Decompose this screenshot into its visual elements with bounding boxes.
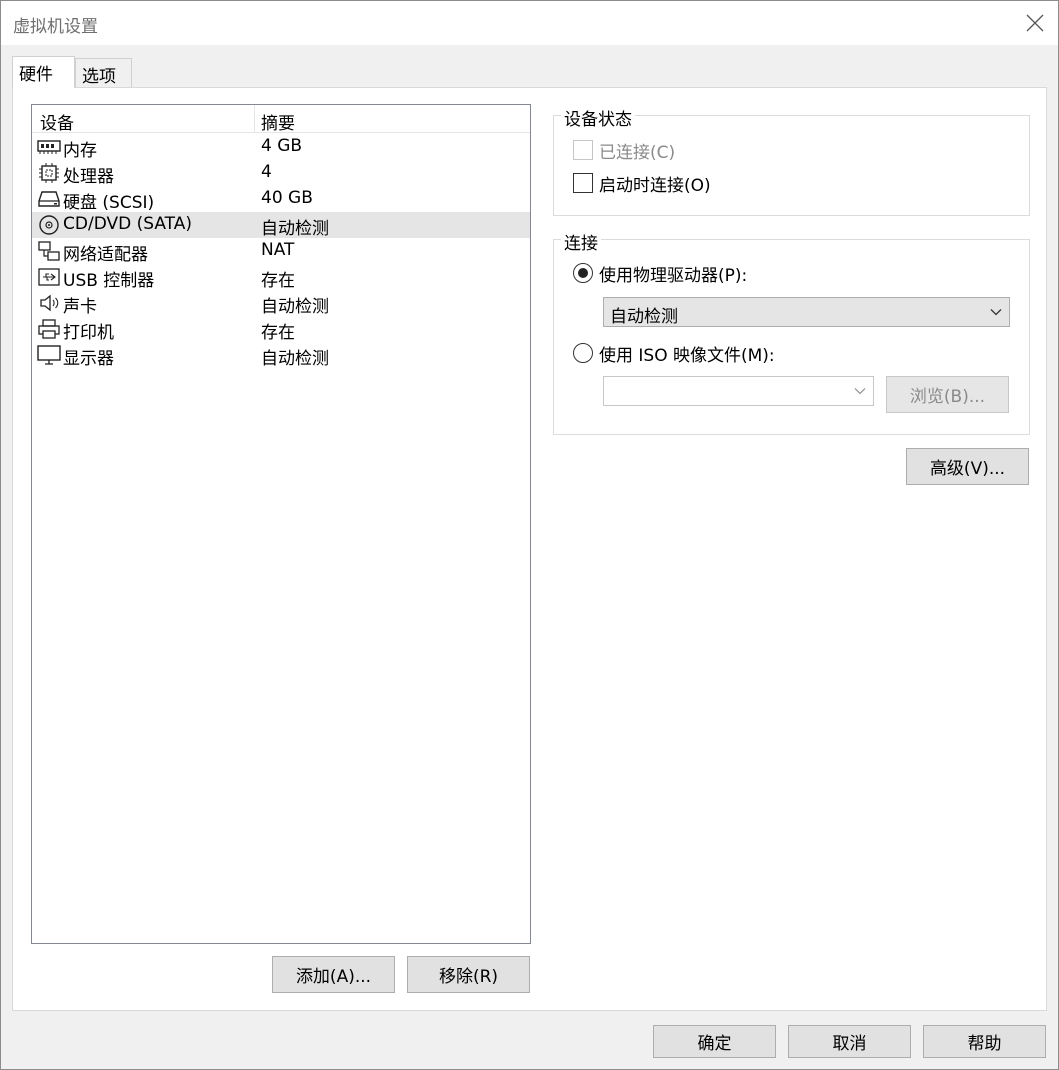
device-name: 处理器	[63, 167, 114, 187]
device-name: 内存	[63, 141, 97, 161]
device-summary: 自动检测	[261, 297, 329, 317]
advanced-button-label: 高级(V)...	[929, 459, 1006, 479]
iso-path-combobox[interactable]	[603, 376, 874, 406]
connected-checkbox[interactable]	[573, 140, 593, 160]
use-iso-image-label: 使用 ISO 映像文件(M):	[599, 346, 775, 366]
device-summary: 存在	[261, 271, 295, 291]
advanced-button[interactable]: 高级(V)...	[906, 448, 1029, 485]
cd-dvd-icon	[39, 215, 59, 235]
use-physical-drive-radio[interactable]	[573, 263, 593, 283]
network-adapter-icon	[38, 241, 60, 261]
physical-drive-select[interactable]: 自动检测	[603, 297, 1010, 327]
memory-icon	[37, 140, 61, 154]
ok-button[interactable]: 确定	[653, 1025, 776, 1058]
close-icon	[1026, 14, 1044, 32]
chevron-down-icon	[854, 388, 866, 395]
device-name: 硬盘 (SCSI)	[63, 193, 155, 213]
remove-device-button[interactable]: 移除(R)	[407, 956, 530, 993]
device-row-cd-dvd[interactable]: CD/DVD (SATA) 自动检测	[32, 212, 530, 239]
chevron-down-icon	[990, 309, 1002, 316]
remove-device-button-label: 移除(R)	[438, 967, 499, 987]
browse-button[interactable]: 浏览(B)...	[886, 376, 1009, 413]
add-device-button[interactable]: 添加(A)...	[272, 956, 395, 993]
device-summary: 自动检测	[261, 349, 329, 369]
printer-icon	[38, 319, 60, 339]
physical-drive-value: 自动检测	[610, 307, 678, 327]
device-name: 网络适配器	[63, 245, 148, 265]
radio-selected-dot	[578, 268, 588, 278]
device-name: 打印机	[63, 323, 114, 343]
device-row-display[interactable]: 显示器 自动检测	[32, 342, 530, 369]
column-header-device[interactable]: 设备	[40, 109, 74, 134]
ok-button-label: 确定	[697, 1034, 732, 1054]
device-name: CD/DVD (SATA)	[63, 214, 192, 234]
device-list[interactable]: 设备 摘要 内存 4 GB 处理器 4 硬盘 (SCSI) 40 GB CD/D…	[31, 104, 531, 944]
device-row-network-adapter[interactable]: 网络适配器 NAT	[32, 238, 530, 265]
tab-hardware-label: 硬件	[19, 65, 53, 85]
add-device-button-label: 添加(A)...	[295, 967, 372, 987]
window-title: 虚拟机设置	[13, 17, 98, 37]
browse-button-label: 浏览(B)...	[909, 387, 986, 407]
connect-at-power-on-label: 启动时连接(O)	[599, 176, 711, 196]
tab-options[interactable]: 选项	[75, 58, 132, 88]
device-status-group	[553, 115, 1030, 216]
device-row-usb-controller[interactable]: USB 控制器 存在	[32, 264, 530, 291]
use-iso-image-radio[interactable]	[573, 343, 593, 363]
help-button-label: 帮助	[967, 1034, 1002, 1054]
device-row-printer[interactable]: 打印机 存在	[32, 316, 530, 343]
device-row-memory[interactable]: 内存 4 GB	[32, 134, 530, 161]
connected-label: 已连接(C)	[599, 143, 676, 163]
device-name: 显示器	[63, 349, 114, 369]
close-button[interactable]	[1012, 1, 1058, 45]
speaker-icon	[40, 294, 59, 312]
processor-icon	[39, 163, 59, 183]
device-name: USB 控制器	[63, 271, 155, 291]
cancel-button[interactable]: 取消	[788, 1025, 911, 1058]
help-button[interactable]: 帮助	[923, 1025, 1046, 1058]
device-summary: 存在	[261, 323, 295, 343]
device-summary: 4	[261, 162, 272, 182]
device-summary: NAT	[261, 240, 295, 260]
tab-options-label: 选项	[82, 67, 116, 87]
use-physical-drive-label: 使用物理驱动器(P):	[599, 266, 748, 286]
monitor-icon	[37, 345, 61, 365]
vm-settings-dialog: 虚拟机设置 硬件 选项 设备 摘要 内存 4 GB 处理器 4 硬盘 (SCSI…	[0, 0, 1059, 1070]
connect-at-power-on-checkbox[interactable]	[573, 173, 593, 193]
column-header-summary[interactable]: 摘要	[261, 109, 295, 134]
connection-title: 连接	[561, 229, 601, 254]
cancel-button-label: 取消	[832, 1034, 867, 1054]
device-summary: 4 GB	[261, 136, 303, 156]
usb-icon	[38, 268, 60, 286]
device-row-sound-card[interactable]: 声卡 自动检测	[32, 290, 530, 317]
device-list-header: 设备 摘要	[32, 105, 530, 134]
hard-disk-icon	[38, 191, 60, 207]
device-summary: 自动检测	[261, 219, 329, 239]
title-bar: 虚拟机设置	[1, 1, 1058, 45]
device-row-hard-disk[interactable]: 硬盘 (SCSI) 40 GB	[32, 186, 530, 213]
device-status-title: 设备状态	[561, 105, 635, 130]
device-name: 声卡	[63, 297, 97, 317]
column-separator[interactable]	[254, 105, 255, 133]
device-row-processor[interactable]: 处理器 4	[32, 160, 530, 187]
device-summary: 40 GB	[261, 188, 313, 208]
tab-hardware[interactable]: 硬件	[12, 56, 75, 88]
